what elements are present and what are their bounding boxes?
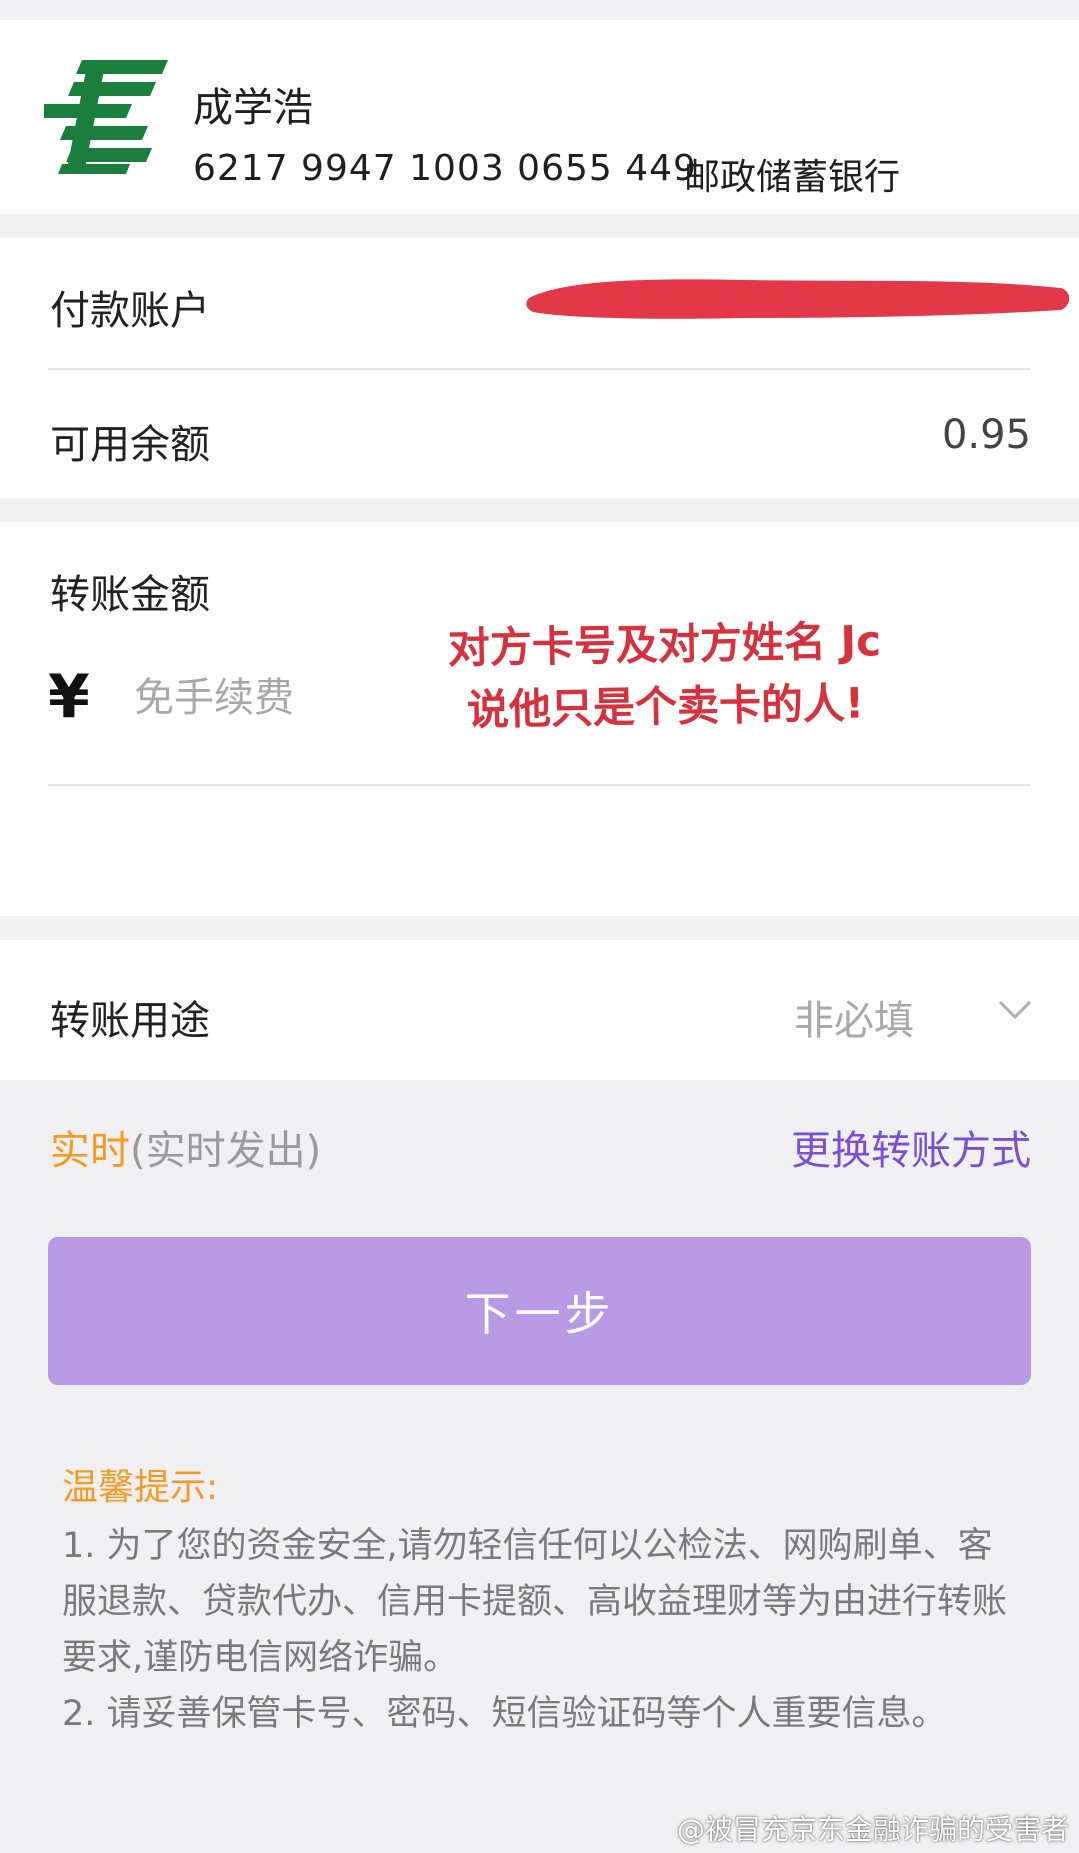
amount-card: 转账金额 ¥ 对方卡号及对方姓名 Jc 说他只是个卖卡的人! <box>0 522 1079 916</box>
weibo-watermark: @被冒充京东金融诈骗的受害者 <box>676 1813 1069 1846</box>
annotation-line-2: 说他只是个卖卡的人! <box>466 678 865 735</box>
handwritten-annotation: 对方卡号及对方姓名 Jc 说他只是个卖卡的人! <box>354 609 976 744</box>
purpose-label: 转账用途 <box>50 998 210 1044</box>
change-transfer-method-link[interactable]: 更换转账方式 <box>791 1118 1031 1176</box>
amount-input[interactable] <box>134 668 354 728</box>
payer-card: 付款账户 可用余额 0.95 <box>0 238 1079 498</box>
purpose-row[interactable]: 转账用途 非必填 <box>0 940 1079 1080</box>
balance-value: 0.95 <box>941 412 1031 458</box>
payer-account-label: 付款账户 <box>50 288 210 334</box>
redaction-mark <box>526 279 1070 319</box>
recipient-name: 成学浩 <box>193 85 313 131</box>
chevron-down-icon[interactable] <box>996 990 1034 1028</box>
tip-item-1: 1. 为了您的资金安全,请勿轻信任何以公检法、网购刷单、客服退款、贷款代办、信用… <box>62 1526 1008 1678</box>
transfer-mode-label: 实时 <box>50 1128 130 1174</box>
transfer-mode-sub-label: (实时发出) <box>130 1128 322 1174</box>
tips-title: 温馨提示: <box>62 1467 219 1508</box>
amount-label: 转账金额 <box>50 572 210 618</box>
recipient-bank-name: 邮政储蓄银行 <box>684 157 901 198</box>
china-post-bank-logo <box>44 60 168 174</box>
balance-label: 可用余额 <box>50 422 210 468</box>
recipient-card-number: 6217 9947 1003 0655 449 <box>193 148 697 189</box>
yen-sign: ¥ <box>48 662 90 732</box>
transfer-mode: 实时(实时发出) <box>50 1118 321 1176</box>
annotation-line-1: 对方卡号及对方姓名 Jc <box>447 616 882 673</box>
next-step-button[interactable]: 下一步 <box>48 1237 1031 1385</box>
purpose-value[interactable]: 非必填 <box>794 988 914 1046</box>
row-divider <box>48 368 1031 370</box>
amount-divider <box>48 784 1031 786</box>
tips-body: 1. 为了您的资金安全,请勿轻信任何以公检法、网购刷单、客服退款、贷款代办、信用… <box>62 1518 1022 1742</box>
tip-item-2: 2. 请妥善保管卡号、密码、短信验证码等个人重要信息。 <box>62 1694 947 1734</box>
recipient-card: 成学浩 6217 9947 1003 0655 449 邮政储蓄银行 <box>0 20 1079 214</box>
